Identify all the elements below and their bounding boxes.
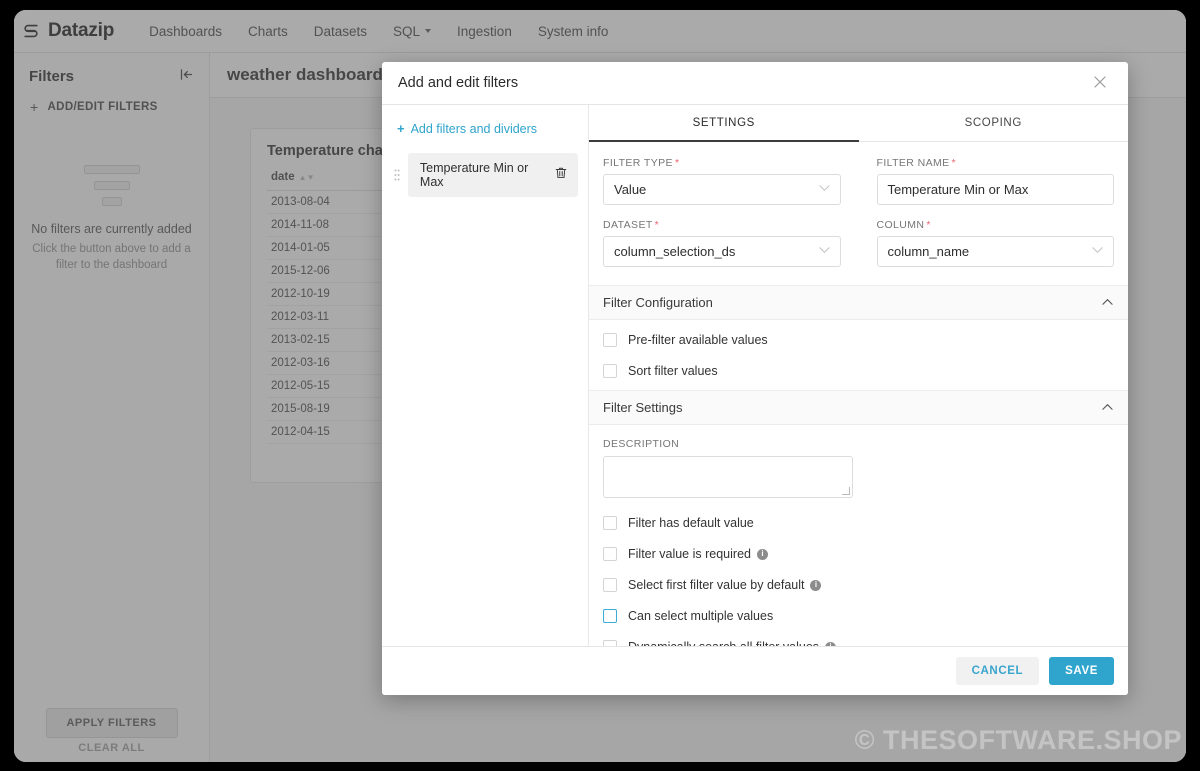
- checkbox-label-text: Filter has default value: [628, 516, 754, 530]
- filter-type-select[interactable]: Value: [603, 174, 841, 205]
- checkbox-label: Filter value is required i: [628, 547, 768, 561]
- field-dataset: DATASET * column_selection_ds: [603, 219, 841, 267]
- field-label-text: DATASET: [603, 219, 653, 231]
- info-icon[interactable]: i: [825, 641, 837, 646]
- filter-type-value: Value: [614, 182, 647, 197]
- modal-footer: CANCEL SAVE: [382, 646, 1128, 695]
- checkbox-icon[interactable]: [603, 640, 617, 646]
- checkbox-icon[interactable]: [603, 516, 617, 530]
- field-label-text: COLUMN: [876, 219, 925, 231]
- trash-icon[interactable]: [554, 166, 568, 185]
- checkbox-select-first-filter-value-by-default[interactable]: Select first filter value by default i: [603, 578, 1114, 592]
- save-label: SAVE: [1065, 665, 1098, 677]
- settings-pane: SETTINGS SCOPING FILTER TYPE * Value FIL…: [589, 105, 1128, 646]
- chevron-up-icon: [1102, 402, 1113, 414]
- field-label: FILTER TYPE *: [603, 157, 841, 169]
- field-label-text: FILTER TYPE: [603, 157, 673, 169]
- checkbox-can-select-multiple-values[interactable]: Can select multiple values: [603, 609, 1114, 623]
- filter-form-grid: FILTER TYPE * Value FILTER NAME * Temper…: [589, 142, 1128, 285]
- filters-list-pane: + Add filters and dividers Temperature M…: [382, 105, 589, 646]
- plus-icon: +: [397, 121, 405, 136]
- column-select[interactable]: column_name: [876, 236, 1114, 267]
- close-icon[interactable]: [1089, 72, 1111, 95]
- checkbox-label-text: Can select multiple values: [628, 609, 774, 623]
- field-label-text: FILTER NAME: [876, 157, 950, 169]
- checkbox-icon[interactable]: [603, 364, 617, 378]
- settings-scroll-area[interactable]: FILTER TYPE * Value FILTER NAME * Temper…: [589, 142, 1128, 646]
- field-label: COLUMN *: [877, 219, 1115, 231]
- checkbox-icon[interactable]: [603, 547, 617, 561]
- checkbox-label: Can select multiple values: [628, 609, 773, 623]
- filter-name-input[interactable]: Temperature Min or Max: [876, 174, 1114, 205]
- section-title: Filter Settings: [603, 400, 683, 415]
- section-body-filter-settings: DESCRIPTION Filter has default value Fil…: [589, 425, 1128, 646]
- required-asterisk: *: [674, 157, 680, 169]
- checkbox-label: Filter has default value: [628, 516, 754, 530]
- section-header-filter-configuration[interactable]: Filter Configuration: [589, 285, 1128, 320]
- cancel-label: CANCEL: [971, 665, 1024, 677]
- description-label: DESCRIPTION: [603, 438, 680, 450]
- modal-body: + Add filters and dividers Temperature M…: [382, 105, 1128, 646]
- chevron-down-icon: [1092, 246, 1103, 257]
- checkbox-icon[interactable]: [603, 609, 617, 623]
- list-item[interactable]: Temperature Min or Max: [392, 153, 578, 197]
- tab-label: SETTINGS: [692, 117, 755, 129]
- field-label: DATASET *: [603, 219, 841, 231]
- checkbox-pre-filter-available-values[interactable]: Pre-filter available values: [603, 333, 1114, 347]
- checkbox-label: Select first filter value by default i: [628, 578, 822, 592]
- field-filter-name: FILTER NAME * Temperature Min or Max: [876, 157, 1115, 205]
- required-asterisk: *: [926, 219, 931, 231]
- filter-chip-label: Temperature Min or Max: [419, 161, 529, 189]
- column-value: column_name: [887, 244, 970, 259]
- add-filters-label: Add filters and dividers: [410, 121, 538, 136]
- drag-handle-icon[interactable]: [392, 168, 402, 182]
- modal-header: Add and edit filters: [382, 62, 1128, 105]
- checkbox-label: Sort filter values: [628, 364, 718, 378]
- modal-title: Add and edit filters: [398, 75, 519, 91]
- field-filter-type: FILTER TYPE * Value: [603, 157, 841, 205]
- modal-tabs: SETTINGS SCOPING: [589, 105, 1128, 142]
- filter-name-value: Temperature Min or Max: [887, 182, 1029, 197]
- add-edit-filters-modal: Add and edit filters + Add filters and d…: [382, 62, 1128, 695]
- checkbox-icon[interactable]: [603, 578, 617, 592]
- filter-chip-temperature-min-or-max[interactable]: Temperature Min or Max: [407, 153, 578, 197]
- dataset-select[interactable]: column_selection_ds: [603, 236, 841, 267]
- info-icon[interactable]: i: [756, 548, 768, 560]
- checkbox-label-text: Filter value is required: [628, 547, 751, 561]
- add-filters-and-dividers-button[interactable]: + Add filters and dividers: [392, 121, 578, 136]
- save-button[interactable]: SAVE: [1049, 657, 1114, 685]
- description-textarea[interactable]: [603, 456, 853, 498]
- field-label: FILTER NAME *: [877, 157, 1115, 169]
- checkbox-label: Dynamically search all filter values i: [628, 640, 837, 646]
- section-title: Filter Configuration: [603, 295, 713, 310]
- tab-scoping[interactable]: SCOPING: [859, 105, 1129, 141]
- dataset-value: column_selection_ds: [614, 244, 736, 259]
- tab-label: SCOPING: [964, 117, 1022, 129]
- chevron-up-icon: [1102, 297, 1113, 309]
- checkbox-label-text: Select first filter value by default: [628, 578, 805, 592]
- tab-settings[interactable]: SETTINGS: [589, 105, 859, 142]
- checkbox-icon[interactable]: [603, 333, 617, 347]
- checkbox-dynamically-search-all-filter-values[interactable]: Dynamically search all filter values i: [603, 640, 1114, 646]
- checkbox-filter-value-is-required[interactable]: Filter value is required i: [603, 547, 1114, 561]
- checkbox-label: Pre-filter available values: [628, 333, 768, 347]
- checkbox-sort-filter-values[interactable]: Sort filter values: [603, 364, 1114, 378]
- section-body-filter-configuration: Pre-filter available values Sort filter …: [589, 320, 1128, 390]
- info-icon[interactable]: i: [810, 579, 822, 591]
- chevron-down-icon: [818, 184, 830, 195]
- required-asterisk: *: [951, 157, 957, 169]
- checkbox-filter-has-default-value[interactable]: Filter has default value: [603, 516, 1114, 530]
- section-header-filter-settings[interactable]: Filter Settings: [589, 390, 1128, 425]
- required-asterisk: *: [654, 219, 660, 231]
- checkbox-label-text: Dynamically search all filter values: [628, 640, 819, 646]
- cancel-button[interactable]: CANCEL: [955, 657, 1040, 685]
- field-column: COLUMN * column_name: [876, 219, 1115, 267]
- chevron-down-icon: [818, 246, 830, 257]
